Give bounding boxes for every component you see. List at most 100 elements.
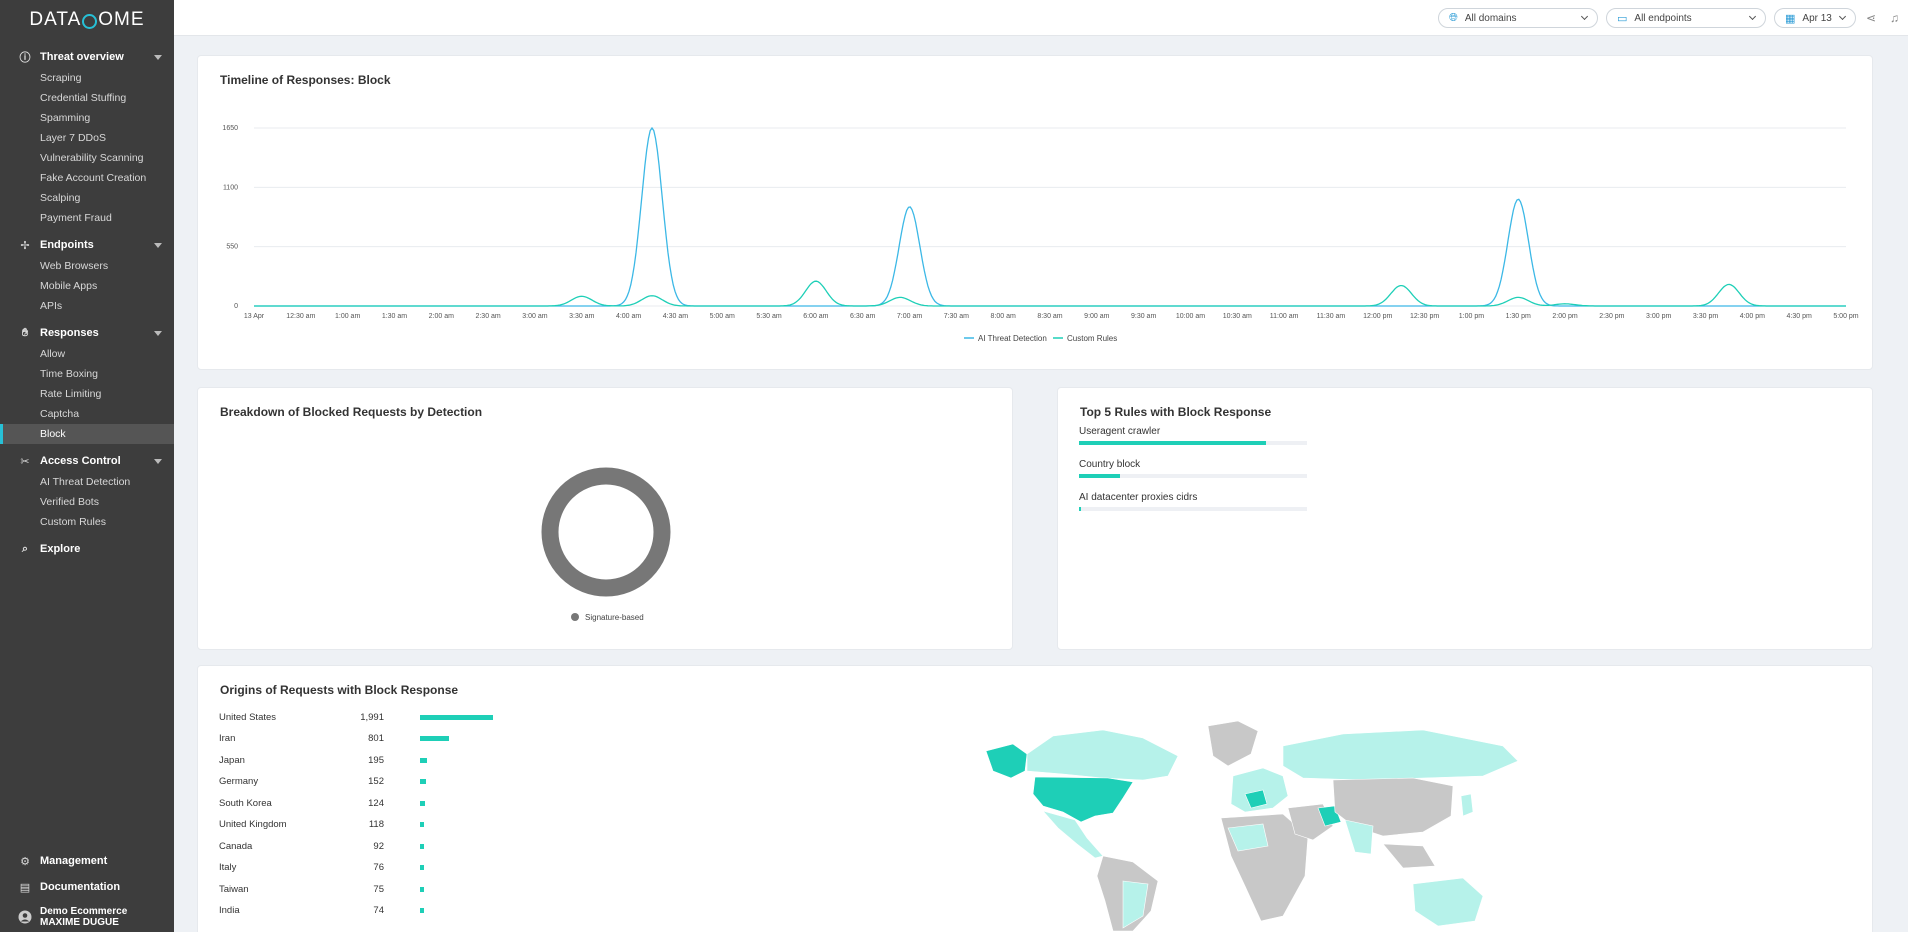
x-tick-label: 4:00 pm [1740, 313, 1765, 320]
origin-row[interactable]: Germany 152 [219, 775, 519, 789]
origin-row[interactable]: Canada 92 [219, 839, 519, 853]
y-tick-label: 1650 [222, 125, 238, 132]
caret-down-icon[interactable] [154, 242, 162, 248]
nav-section-header[interactable]: ✋︎ Responses [0, 322, 174, 344]
origin-bar [420, 822, 425, 827]
sidebar-item-spamming[interactable]: Spamming [0, 108, 174, 128]
sidebar-item-scraping[interactable]: Scraping [0, 68, 174, 88]
x-tick-label: 9:00 am [1084, 313, 1109, 320]
origin-count: 1,991 [360, 711, 384, 723]
documentation-link[interactable]: ▤ Documentation [0, 874, 174, 900]
origin-row[interactable]: Taiwan 75 [219, 882, 519, 896]
x-tick-label: 4:00 am [616, 313, 641, 320]
nav-section-label: Responses [40, 327, 99, 339]
sidebar-item-web-browsers[interactable]: Web Browsers [0, 256, 174, 276]
nav-section-header[interactable]: ✢ Endpoints [0, 234, 174, 256]
sidebar-item-apis[interactable]: APIs [0, 296, 174, 316]
origin-row[interactable]: Iran 801 [219, 732, 519, 746]
logo-text-left: DATA [29, 9, 82, 30]
origin-row[interactable]: United States 1,991 [219, 710, 519, 724]
x-tick-label: 1:00 am [335, 313, 360, 320]
origin-row[interactable]: Japan 195 [219, 753, 519, 767]
x-tick-label: 10:00 am [1176, 313, 1205, 320]
origin-bar [420, 800, 425, 806]
rule-bar-track [1079, 507, 1307, 511]
x-tick-label: 2:30 pm [1599, 313, 1624, 320]
origin-country: Germany [219, 776, 259, 787]
sidebar-bottom: ⚙ Management ▤ Documentation Demo Ecomme… [0, 848, 174, 932]
sidebar-item-layer-7-ddos[interactable]: Layer 7 DDoS [0, 128, 174, 148]
origin-bar [420, 886, 424, 892]
x-tick-label: 8:00 am [991, 313, 1016, 320]
date-dropdown[interactable]: ▦ Apr 13 [1774, 8, 1856, 28]
map-southeast-asia [1382, 843, 1436, 869]
nav-section-explore: ⌕ Explore [0, 538, 174, 560]
x-tick-label: 3:00 pm [1646, 313, 1671, 320]
x-tick-label: 8:30 am [1037, 313, 1062, 320]
caret-down-icon[interactable] [154, 458, 162, 464]
logo-text-right: OME [98, 9, 145, 30]
sidebar-item-time-boxing[interactable]: Time Boxing [0, 364, 174, 384]
rule-item[interactable]: Useragent crawler [1079, 426, 1307, 445]
sidebar-item-fake-account-creation[interactable]: Fake Account Creation [0, 168, 174, 188]
origin-bar [420, 757, 428, 763]
top-rules-title: Top 5 Rules with Block Response [1080, 405, 1272, 419]
sidebar-item-custom-rules[interactable]: Custom Rules [0, 512, 174, 532]
map-russia [1282, 729, 1519, 781]
rule-item[interactable]: AI datacenter proxies cidrs [1079, 492, 1307, 511]
chevron-down-icon [1748, 12, 1757, 21]
origin-count: 76 [373, 862, 384, 873]
sidebar-item-ai-threat-detection[interactable]: AI Threat Detection [0, 472, 174, 492]
endpoints-dropdown[interactable]: ▭ All endpoints [1606, 8, 1766, 28]
map-japan [1460, 793, 1474, 817]
x-tick-label: 11:00 am [1270, 313, 1299, 320]
logo-o-icon [82, 13, 98, 29]
origin-row[interactable]: South Korea 124 [219, 796, 519, 810]
nav-section-header[interactable]: ⌕ Explore [0, 538, 174, 560]
user-account[interactable]: Demo Ecommerce MAXIME DUGUE [0, 900, 174, 932]
bell-icon[interactable]: ♫ [1890, 11, 1899, 25]
rule-bar-track [1079, 441, 1307, 445]
nav-section-header[interactable]: ⓘ Threat overview [0, 46, 174, 68]
y-tick-label: 550 [226, 244, 238, 251]
x-tick-label: 3:00 am [522, 313, 547, 320]
origin-count: 75 [373, 883, 384, 895]
origin-bar [420, 779, 426, 784]
origin-row[interactable]: Italy 76 [219, 861, 519, 875]
domains-dropdown[interactable]: 🌐︎ All domains [1438, 8, 1598, 28]
breakdown-donut-chart[interactable]: Signature-based [198, 388, 1014, 651]
sidebar-item-rate-limiting[interactable]: Rate Limiting [0, 384, 174, 404]
rule-item[interactable]: Country block [1079, 459, 1307, 478]
sidebar-item-scalping[interactable]: Scalping [0, 188, 174, 208]
sidebar-item-vulnerability-scanning[interactable]: Vulnerability Scanning [0, 148, 174, 168]
origin-row[interactable]: India 74 [219, 904, 519, 918]
nav-section-label: Explore [40, 543, 81, 555]
timeline-chart[interactable]: 0 550 1100 1650 13 Apr 12:30 am 1:00 am 1:30 am… [198, 56, 1874, 371]
x-tick-label: 10:30 am [1223, 313, 1252, 320]
sidebar-item-mobile-apps[interactable]: Mobile Apps [0, 276, 174, 296]
calendar-icon: ▦ [1785, 12, 1796, 25]
origin-row[interactable]: United Kingdom 118 [219, 818, 519, 832]
map-mexico [1042, 810, 1104, 859]
origin-count: 92 [373, 840, 384, 852]
rule-bar-fill [1079, 474, 1121, 478]
sidebar-item-allow[interactable]: Allow [0, 344, 174, 364]
datadome-logo[interactable]: DATA OME [0, 0, 174, 40]
caret-down-icon[interactable] [154, 330, 162, 336]
world-map[interactable] [983, 716, 1543, 931]
sidebar-item-credential-stuffing[interactable]: Credential Stuffing [0, 88, 174, 108]
origin-count: 195 [368, 754, 384, 766]
origin-country: Iran [219, 733, 236, 744]
x-tick-label: 5:00 pm [1833, 313, 1858, 320]
rule-bar-fill [1079, 441, 1266, 445]
sidebar-item-captcha[interactable]: Captcha [0, 404, 174, 424]
sidebar-item-verified-bots[interactable]: Verified Bots [0, 492, 174, 512]
nav-section-header[interactable]: ✂ Access Control [0, 450, 174, 472]
share-icon[interactable]: ⋖ [1866, 11, 1876, 25]
caret-down-icon[interactable] [154, 54, 162, 60]
x-tick-label: 1:00 pm [1459, 313, 1484, 320]
sidebar-item-payment-fraud[interactable]: Payment Fraud [0, 208, 174, 228]
management-link[interactable]: ⚙ Management [0, 848, 174, 874]
origin-country: Japan [219, 754, 245, 766]
sidebar-item-block[interactable]: Block [0, 424, 174, 444]
